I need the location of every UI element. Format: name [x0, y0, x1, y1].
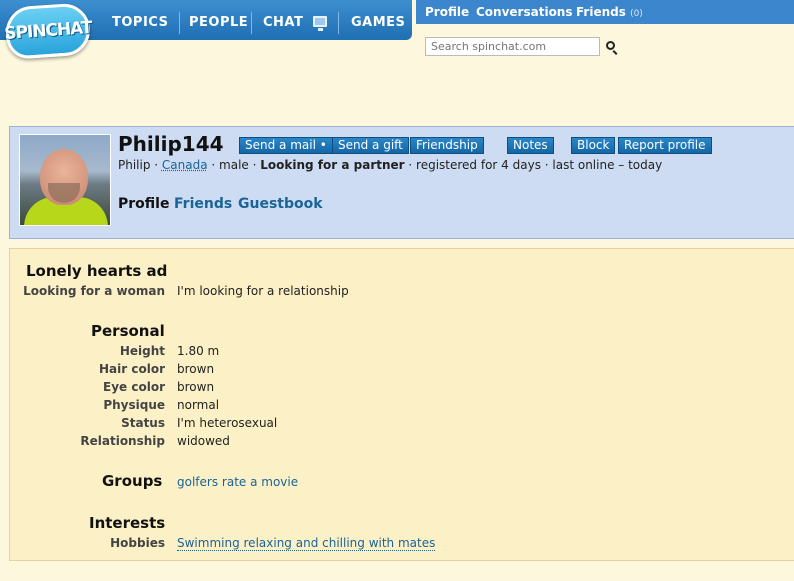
- profile-registration-info: · registered for 4 days · last online – …: [404, 158, 663, 172]
- search-icon[interactable]: [606, 41, 615, 50]
- profile-realname: Philip: [118, 158, 151, 172]
- friends-count-badge: (0): [630, 9, 643, 19]
- meta-separator: ·: [150, 158, 162, 172]
- personal-row-label: Status: [121, 416, 165, 430]
- personal-row-label: Height: [119, 344, 165, 358]
- hobbies-link[interactable]: Swimming relaxing and chilling with mate…: [177, 536, 436, 551]
- personal-row-value: brown: [177, 362, 215, 376]
- block-button[interactable]: Block: [571, 137, 616, 154]
- nav-topics[interactable]: TOPICS: [112, 0, 168, 40]
- nav-games[interactable]: GAMES: [351, 0, 405, 40]
- search-input[interactable]: [425, 37, 600, 56]
- tab-friends[interactable]: Friends: [174, 196, 232, 212]
- nav-divider: [179, 12, 180, 34]
- tab-profile[interactable]: Profile: [118, 196, 169, 212]
- groups-heading: Groups: [102, 472, 163, 490]
- personal-row-label: Eye color: [103, 380, 165, 394]
- lonely-hearts-value: I'm looking for a relationship: [177, 284, 349, 298]
- meta-separator: ·: [248, 158, 261, 172]
- userbar-profile-link[interactable]: Profile: [425, 5, 469, 19]
- lonely-hearts-label: Looking for a woman: [23, 284, 165, 298]
- personal-row-value: brown: [177, 380, 215, 394]
- personal-row-label: Hair color: [99, 362, 165, 376]
- notes-button[interactable]: Notes: [507, 137, 554, 154]
- interests-heading: Interests: [89, 514, 166, 532]
- profile-meta-line: Philip · Canada · male · Looking for a p…: [118, 158, 662, 172]
- meta-separator: ·: [207, 158, 220, 172]
- hobbies-label: Hobbies: [110, 536, 165, 550]
- userbar-friends-label: Friends: [576, 5, 626, 19]
- send-mail-button[interactable]: Send a mail •: [239, 137, 333, 154]
- friendship-button[interactable]: Friendship: [410, 137, 484, 154]
- profile-gender: male: [219, 158, 249, 172]
- spinchat-logo[interactable]: SPINCHAT: [4, 2, 92, 60]
- avatar[interactable]: [19, 134, 111, 226]
- personal-row-value: normal: [177, 398, 220, 412]
- personal-row-label: Physique: [103, 398, 165, 412]
- group-link[interactable]: golfers rate a movie: [177, 475, 298, 489]
- userbar-friends-link[interactable]: Friends (0): [576, 5, 643, 19]
- personal-row-value: 1.80 m: [177, 344, 220, 358]
- nav-divider: [338, 12, 339, 34]
- monitor-icon: [313, 16, 327, 31]
- tab-guestbook[interactable]: Guestbook: [238, 196, 323, 212]
- personal-row-value: I'm heterosexual: [177, 416, 278, 430]
- nav-people[interactable]: PEOPLE: [189, 0, 248, 40]
- personal-row-label: Relationship: [80, 434, 165, 448]
- profile-seeking: Looking for a partner: [260, 158, 405, 172]
- send-gift-button[interactable]: Send a gift: [332, 137, 409, 154]
- profile-header: Philip144 Send a mail • Send a gift Frie…: [9, 126, 794, 239]
- report-profile-button[interactable]: Report profile: [618, 137, 712, 154]
- profile-location-link[interactable]: Canada: [162, 158, 208, 172]
- user-bar: Profile Conversations Friends (0): [416, 0, 794, 24]
- profile-details-panel: Lonely hearts ad Looking for a woman I'm…: [9, 248, 794, 561]
- personal-row-value: widowed: [177, 434, 230, 448]
- userbar-conversations-link[interactable]: Conversations: [476, 5, 573, 19]
- profile-username: Philip144: [118, 132, 224, 156]
- lonely-hearts-heading: Lonely hearts ad: [26, 262, 168, 280]
- nav-divider: [251, 12, 252, 34]
- personal-heading: Personal: [91, 322, 165, 340]
- nav-chat[interactable]: CHAT: [263, 0, 303, 40]
